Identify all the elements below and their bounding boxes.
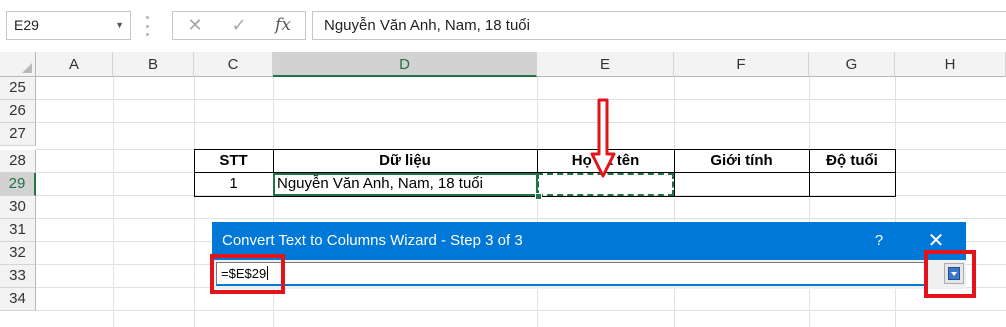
row-header-34[interactable]: 34 bbox=[0, 288, 36, 311]
select-all-corner[interactable] bbox=[0, 52, 36, 77]
table-cell-stt[interactable]: 1 bbox=[194, 173, 273, 196]
help-icon[interactable]: ? bbox=[872, 222, 886, 260]
column-header-h[interactable]: H bbox=[895, 52, 1006, 77]
column-header-a[interactable]: A bbox=[36, 52, 113, 77]
formula-bar-grip-icon[interactable] bbox=[146, 16, 150, 36]
name-box[interactable]: E29 ▼ bbox=[6, 11, 131, 40]
table-header-stt[interactable]: STT bbox=[194, 150, 273, 173]
gridline bbox=[36, 218, 1006, 219]
gridline bbox=[674, 77, 675, 327]
column-header-g[interactable]: G bbox=[809, 52, 895, 77]
name-box-value: E29 bbox=[14, 17, 39, 33]
table-border bbox=[674, 149, 675, 197]
table-header-gioi-tinh[interactable]: Giới tính bbox=[674, 150, 809, 173]
row-header-31[interactable]: 31 bbox=[0, 219, 36, 242]
wizard-title-bar[interactable]: Convert Text to Columns Wizard - Step 3 … bbox=[212, 222, 966, 260]
gridline bbox=[36, 122, 1006, 123]
red-highlight-box-expand bbox=[924, 250, 976, 298]
formula-buttons: ✕ ✓ fx bbox=[172, 11, 306, 40]
column-header-e[interactable]: E bbox=[537, 52, 674, 77]
gridline bbox=[36, 99, 1006, 100]
table-border bbox=[895, 149, 896, 197]
table-cell-do-tuoi[interactable] bbox=[809, 173, 895, 196]
destination-reference-input[interactable]: =$E$29 bbox=[216, 262, 928, 286]
row-header-25[interactable]: 25 bbox=[0, 77, 36, 100]
gridline bbox=[36, 310, 1006, 311]
row-header-27[interactable]: 27 bbox=[0, 123, 36, 146]
column-header-d[interactable]: D bbox=[273, 52, 537, 77]
row-header-32[interactable]: 32 bbox=[0, 242, 36, 265]
column-header-f[interactable]: F bbox=[674, 52, 809, 77]
insert-function-icon[interactable]: fx bbox=[263, 12, 303, 39]
gridline bbox=[113, 77, 114, 327]
table-border bbox=[809, 149, 810, 197]
enter-icon[interactable]: ✓ bbox=[219, 12, 259, 39]
row-header-28[interactable]: 28 bbox=[0, 150, 36, 173]
red-arrow-annotation bbox=[590, 98, 616, 178]
column-header-b[interactable]: B bbox=[113, 52, 194, 77]
gridline bbox=[537, 77, 538, 327]
active-cell-selection bbox=[273, 173, 538, 196]
row-header-29[interactable]: 29 bbox=[0, 173, 36, 196]
red-highlight-box-reference bbox=[210, 254, 285, 294]
row-header-26[interactable]: 26 bbox=[0, 100, 36, 123]
gridline bbox=[809, 77, 810, 327]
wizard-collapsed-body: =$E$29 bbox=[212, 260, 966, 289]
table-header-do-tuoi[interactable]: Độ tuổi bbox=[809, 150, 895, 173]
formula-bar: E29 ▼ ✕ ✓ fx Nguyễn Văn Anh, Nam, 18 tuổ… bbox=[0, 0, 1006, 53]
table-border bbox=[194, 196, 896, 197]
row-header-30[interactable]: 30 bbox=[0, 196, 36, 219]
column-header-c[interactable]: C bbox=[194, 52, 273, 77]
gridline bbox=[194, 77, 195, 327]
table-border bbox=[537, 149, 538, 173]
name-box-dropdown-icon[interactable]: ▼ bbox=[115, 12, 124, 39]
formula-input[interactable]: Nguyễn Văn Anh, Nam, 18 tuổi bbox=[312, 11, 1006, 40]
row-header-33[interactable]: 33 bbox=[0, 265, 36, 288]
table-border bbox=[194, 149, 195, 197]
fill-handle[interactable] bbox=[535, 193, 542, 200]
table-border bbox=[194, 149, 895, 150]
table-cell-gioi-tinh[interactable] bbox=[674, 173, 809, 196]
table-header-du-lieu[interactable]: Dữ liệu bbox=[273, 150, 537, 173]
cancel-icon[interactable]: ✕ bbox=[175, 12, 215, 39]
gridline bbox=[895, 77, 896, 327]
